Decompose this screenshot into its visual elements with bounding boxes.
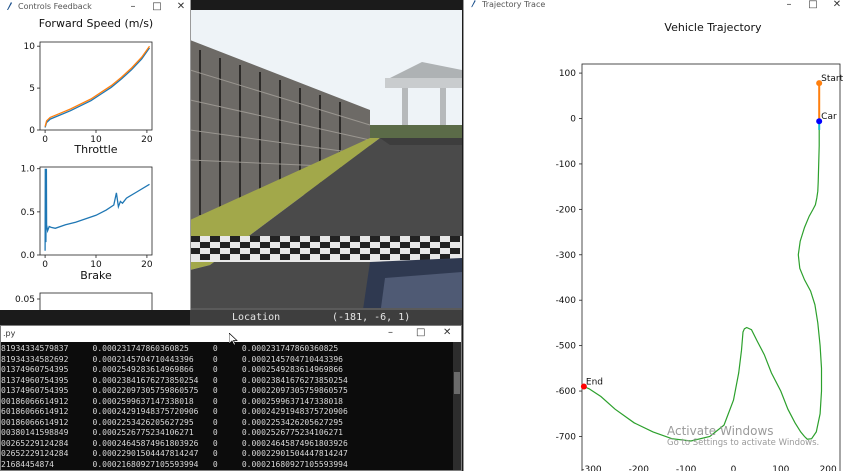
chart-title-brake: Brake: [80, 269, 112, 282]
close-button[interactable]: ✕: [176, 0, 186, 14]
marker-label-start: Start: [821, 74, 843, 84]
scrollbar-thumb[interactable]: [454, 372, 460, 394]
terminal-window-title: .py: [3, 329, 16, 338]
y-tick-label: -700: [556, 432, 577, 442]
terminal-line: 00186066614912 0.0002599637147338018 0 0…: [1, 396, 343, 406]
series-line-0: [44, 47, 151, 128]
marker-label-car: Car: [821, 112, 837, 122]
activate-windows-watermark: Activate Windows Go to Settings to activ…: [667, 424, 819, 448]
terminal-line: 60186066614912 0.00024291948375720906 0 …: [1, 407, 348, 416]
terminal-line: 81934334579837 0.000231747860360825 0 0.…: [1, 344, 339, 353]
close-button[interactable]: ✕: [443, 327, 451, 338]
terminal-line: 02652229124284 0.00022901504447814247 0 …: [1, 449, 348, 458]
chart-title-forward-speed-m-s: Forward Speed (m/s): [39, 17, 153, 30]
terminal-window: .py – □ ✕ 81934334579837 0.0002317478603…: [0, 325, 462, 471]
terminal-line: 21684454874 0.00021680927105593994 0 0.0…: [1, 459, 348, 469]
x-tick-label: 0: [42, 135, 48, 145]
maximize-button[interactable]: □: [416, 327, 425, 338]
trajectory-window-title: Trajectory Trace: [482, 0, 546, 9]
location-hud: Location (-181, -6, 1): [190, 310, 462, 326]
simulator-scene: [190, 10, 462, 330]
y-tick-label: 10: [24, 42, 36, 52]
controls-window-title: Controls Feedback: [18, 2, 92, 11]
x-tick-label: 0: [42, 260, 48, 270]
controls-figure: Forward Speed (m/s)0 10 200510Throttle0 10 2…: [15, 17, 153, 310]
x-tick-label: -200: [629, 465, 650, 471]
close-button[interactable]: ✕: [832, 0, 842, 10]
terminal-scrollbar[interactable]: [453, 342, 461, 470]
x-tick-label: -300: [581, 465, 602, 471]
y-tick-label: -300: [556, 251, 577, 261]
trajectory-figure: Vehicle Trajectory 100 0 -100 -200 -300 -400 -5…: [556, 21, 844, 471]
simulator-viewport: Location (-181, -6, 1): [190, 10, 462, 330]
trajectory-series-0: [583, 123, 823, 442]
python-feather-icon: [471, 0, 476, 8]
y-tick-label: 0: [29, 126, 35, 136]
y-tick-label: 0.05: [15, 295, 35, 305]
y-tick-label: -400: [556, 296, 577, 306]
chart-frame: [39, 292, 153, 310]
minimize-button[interactable]: –: [784, 0, 794, 10]
terminal-line: 81374960754395 0.00023841676273850254 0 …: [1, 375, 348, 385]
controls-feedback-window: Controls Feedback – □ ✕ Forward Speed (m…: [0, 0, 191, 310]
terminal-line: 00186066614912 0.0002253426205627295 0 0…: [1, 417, 343, 427]
chart-frame: [581, 63, 841, 471]
y-tick-label: 100: [559, 69, 576, 79]
chart-title-vehicle-trajectory: Vehicle Trajectory: [664, 21, 762, 34]
trajectory-titlebar[interactable]: Trajectory Trace – □ ✕: [464, 0, 845, 10]
y-tick-label: 1.0: [21, 165, 36, 175]
y-tick-label: -500: [556, 342, 577, 352]
marker-label-end: End: [586, 378, 603, 388]
y-tick-label: -600: [556, 387, 577, 397]
y-tick-label: 0.0: [21, 251, 36, 261]
watermark-subtitle: Go to Settings to activate Windows.: [667, 438, 820, 448]
location-label: Location: [232, 312, 281, 323]
x-tick-label: 20: [141, 260, 153, 270]
watermark-title: Activate Windows: [667, 424, 774, 438]
y-tick-label: 5: [29, 84, 35, 94]
y-tick-label: 0: [570, 115, 576, 125]
mouse-cursor-icon: [229, 333, 238, 346]
python-feather-icon: [7, 2, 12, 10]
series-line-0: [44, 168, 150, 251]
maximize-button[interactable]: □: [152, 0, 162, 14]
maximize-button[interactable]: □: [808, 0, 818, 10]
terminal-output: 81934334579837 0.000231747860360825 0 0.…: [1, 344, 453, 470]
location-value: (-181, -6, 1): [332, 312, 411, 323]
chart-frame: [39, 166, 153, 256]
terminal-line: 00380141598849 0.0002526775234106271 0 0…: [1, 428, 343, 437]
minimize-button[interactable]: –: [128, 0, 138, 14]
x-tick-label: 0: [731, 465, 737, 471]
terminal-line: 00265229124284 0.00024645874961803926 0 …: [1, 438, 348, 448]
minimize-button[interactable]: –: [388, 327, 393, 338]
trajectory-window: Trajectory Trace – □ ✕ Vehicle Trajector…: [463, 0, 845, 471]
x-tick-label: -100: [676, 465, 697, 471]
terminal-line: 01374960754395 0.00022097305759860575 0 …: [1, 386, 348, 395]
chart-title-throttle: Throttle: [73, 143, 117, 156]
x-tick-label: 20: [141, 135, 153, 145]
terminal-line: 01374960754395 0.0002549283614969866 0 0…: [1, 365, 343, 374]
y-tick-label: 0.5: [21, 208, 35, 218]
controls-titlebar[interactable]: Controls Feedback – □ ✕: [0, 0, 190, 14]
y-tick-label: -100: [556, 160, 577, 170]
terminal-line: 81934334582692 0.0002145704710443396 0 0…: [1, 354, 343, 364]
y-tick-label: -200: [556, 205, 577, 215]
x-tick-label: 200: [820, 465, 837, 471]
x-tick-label: 100: [772, 465, 789, 471]
